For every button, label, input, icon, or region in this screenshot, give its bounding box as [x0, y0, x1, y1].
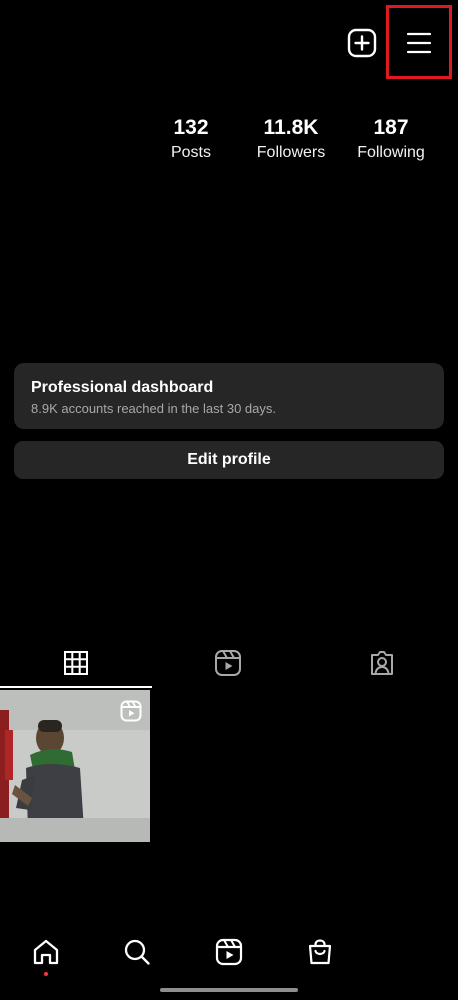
posts-count[interactable]: 132 Posts: [141, 115, 241, 165]
professional-dashboard-card[interactable]: Professional dashboard 8.9K accounts rea…: [14, 363, 444, 429]
edit-profile-button[interactable]: Edit profile: [14, 441, 444, 479]
posts-count-value: 132: [173, 116, 209, 139]
menu-highlight-box: [386, 5, 452, 79]
new-post-button[interactable]: [347, 28, 377, 58]
home-notification-dot: [44, 972, 48, 976]
posts-count-label: Posts: [170, 144, 211, 161]
selected-tab-indicator: [0, 686, 152, 688]
grid-icon: [64, 651, 88, 675]
nav-shop[interactable]: [300, 930, 340, 974]
reels-icon: [215, 650, 241, 676]
followers-count[interactable]: 11.8K Followers: [241, 115, 341, 165]
edit-profile-label: Edit profile: [187, 451, 271, 468]
reels-icon: [215, 938, 243, 966]
search-icon: [124, 939, 150, 965]
new-post-icon: [347, 28, 377, 58]
nav-search[interactable]: [117, 930, 157, 974]
tab-posts-grid[interactable]: [0, 640, 152, 686]
nav-home[interactable]: [26, 930, 66, 974]
post-thumbnail[interactable]: [0, 690, 150, 842]
shop-icon: [308, 939, 332, 965]
system-home-indicator[interactable]: [160, 988, 298, 992]
following-count-label: Following: [357, 144, 425, 161]
following-count[interactable]: 187 Following: [341, 115, 441, 165]
followers-count-label: Followers: [256, 144, 326, 161]
tab-reels[interactable]: [152, 640, 304, 686]
dashboard-subtitle: 8.9K accounts reached in the last 30 day…: [31, 401, 276, 416]
followers-count-value: 11.8K: [263, 116, 319, 139]
tab-tagged[interactable]: [306, 640, 458, 686]
tagged-icon: [371, 651, 393, 675]
home-icon: [33, 939, 59, 965]
following-count-value: 187: [373, 116, 409, 139]
reel-indicator-icon: [120, 700, 142, 727]
dashboard-title: Professional dashboard: [31, 379, 214, 396]
nav-reels[interactable]: [209, 930, 249, 974]
